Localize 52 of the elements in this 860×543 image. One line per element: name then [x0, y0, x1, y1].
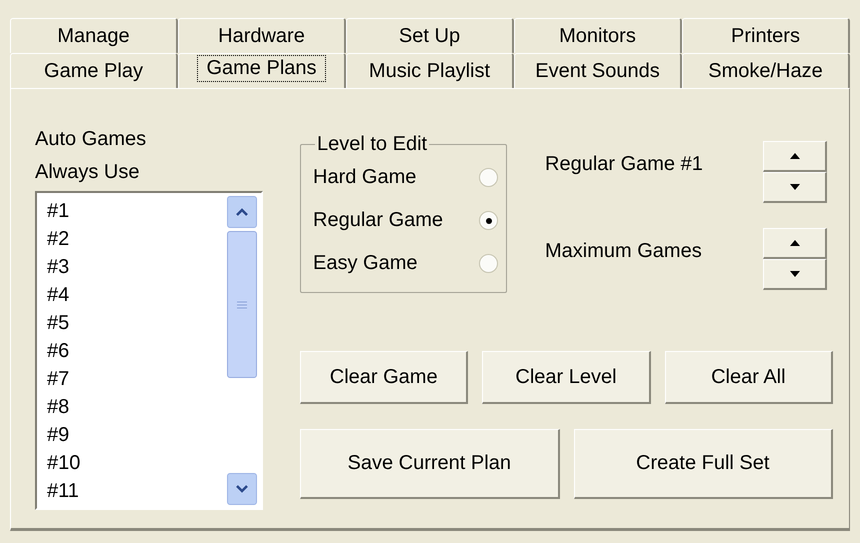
list-item[interactable]: #7: [47, 365, 227, 393]
list-item[interactable]: #10: [47, 449, 227, 477]
down-arrow-icon: [790, 271, 800, 277]
list-label: Always Use: [35, 160, 140, 185]
push-button[interactable]: Clear All: [664, 351, 833, 404]
chevron-up-icon: [236, 208, 248, 216]
push-button[interactable]: Save Current Plan: [300, 429, 560, 499]
scroll-thumb[interactable]: [227, 231, 257, 378]
tab[interactable]: Monitors: [514, 18, 682, 53]
list-item[interactable]: #6: [47, 337, 227, 365]
list-box[interactable]: #1 #2 #3 #4 #5 #6 #7 #8 #9 #10 #11: [35, 191, 263, 510]
radio-button[interactable]: [479, 211, 498, 230]
scroll-down-button[interactable]: [227, 473, 257, 505]
tab[interactable]: Game Plans: [178, 53, 346, 88]
push-button[interactable]: Create Full Set: [574, 429, 833, 499]
push-button[interactable]: Clear Level: [482, 351, 651, 404]
tab[interactable]: Game Play: [10, 53, 178, 88]
spin-down-button[interactable]: [763, 172, 827, 203]
radio-button[interactable]: [479, 254, 498, 273]
radio-option[interactable]: Hard Game: [313, 156, 498, 199]
up-arrow-icon: [790, 240, 800, 246]
list-item[interactable]: #4: [47, 281, 227, 309]
tab[interactable]: Manage: [10, 18, 178, 53]
tab[interactable]: Set Up: [346, 18, 514, 53]
down-arrow-icon: [790, 184, 800, 190]
tab[interactable]: Smoke/Haze: [682, 53, 850, 88]
spin-up-button[interactable]: [763, 228, 827, 259]
radio-option[interactable]: Regular Game: [313, 199, 498, 242]
scroll-up-button[interactable]: [227, 196, 257, 228]
push-button[interactable]: Clear Game: [300, 351, 468, 404]
list-item[interactable]: #2: [47, 225, 227, 253]
tab[interactable]: Hardware: [178, 18, 346, 53]
list-item[interactable]: #3: [47, 253, 227, 281]
list-item[interactable]: #1: [47, 197, 227, 225]
up-arrow-icon: [790, 153, 800, 159]
list-item[interactable]: #11: [47, 477, 227, 505]
list-item[interactable]: #9: [47, 421, 227, 449]
group-title: Level to Edit: [316, 133, 428, 156]
list-item[interactable]: #5: [47, 309, 227, 337]
spinner-label: Maximum Games: [545, 239, 703, 263]
tab[interactable]: Event Sounds: [514, 53, 682, 88]
list-label: Auto Games: [35, 127, 148, 152]
radio-button[interactable]: [479, 168, 498, 187]
grip-icon: [237, 300, 247, 308]
radio-option[interactable]: Easy Game: [313, 242, 498, 285]
spin-down-button[interactable]: [763, 259, 827, 290]
chevron-down-icon: [236, 485, 248, 493]
spinner-label: Regular Game #1: [545, 152, 704, 176]
spin-up-button[interactable]: [763, 141, 827, 172]
list-item[interactable]: #8: [47, 393, 227, 421]
tab[interactable]: Music Playlist: [346, 53, 514, 88]
tab[interactable]: Printers: [682, 18, 850, 53]
